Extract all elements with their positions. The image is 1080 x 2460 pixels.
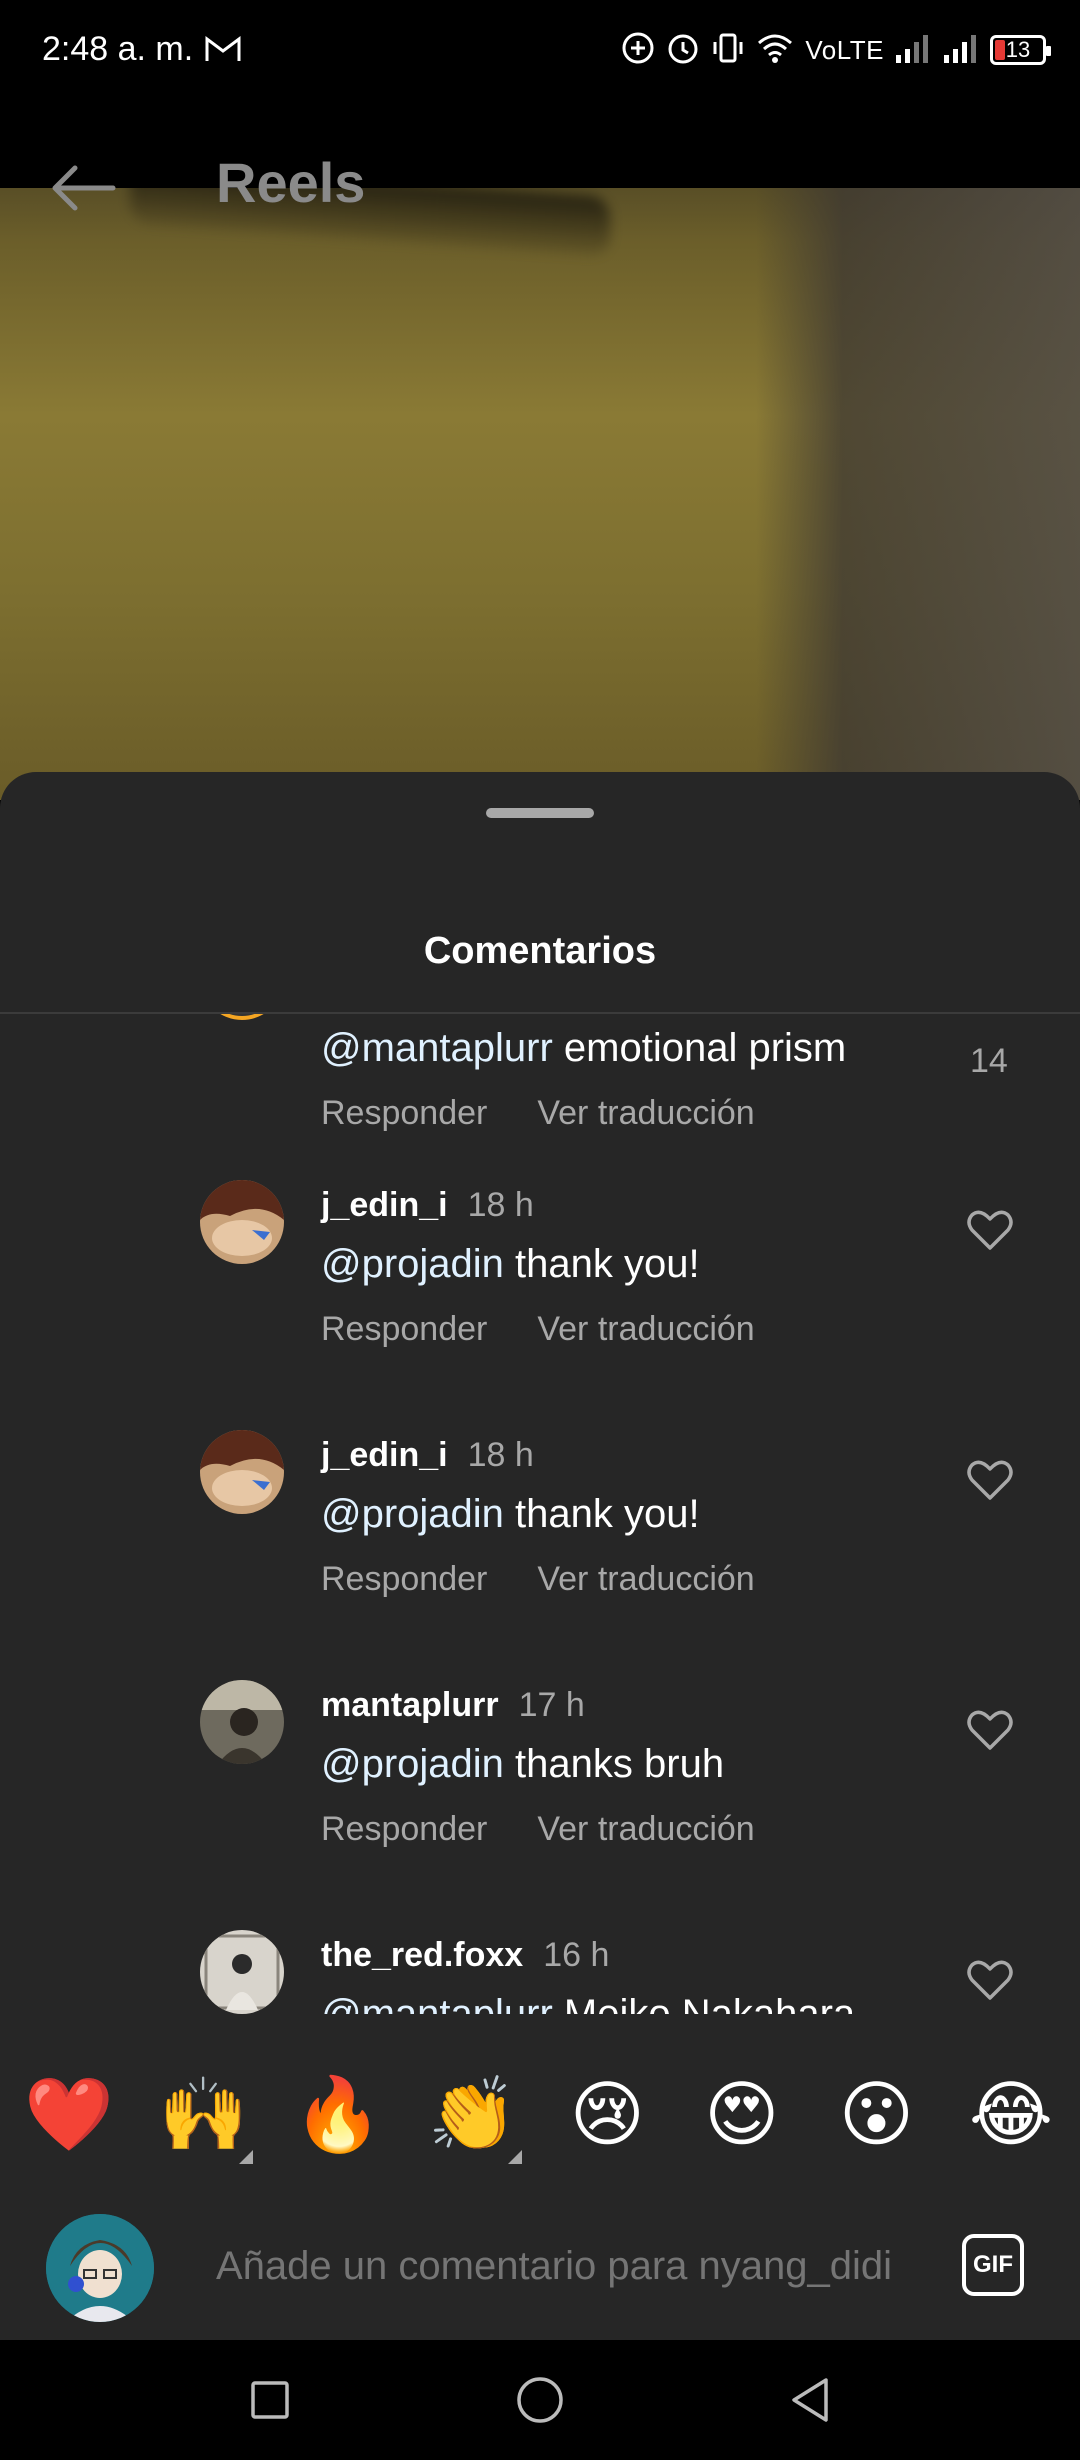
back-triangle-icon[interactable] xyxy=(780,2370,840,2430)
mention-link[interactable]: @mantaplurr xyxy=(321,1992,553,2014)
recents-square-icon[interactable] xyxy=(240,2370,300,2430)
mention-link[interactable]: @mantaplurr xyxy=(321,1026,553,1070)
my-avatar xyxy=(46,2214,154,2322)
mention-link[interactable]: @projadin xyxy=(321,1242,504,1286)
comment-username[interactable]: j_edin_i 18 h xyxy=(321,1436,534,1475)
signal-icon-2 xyxy=(942,31,980,70)
mention-link[interactable]: @projadin xyxy=(321,1742,504,1786)
gmail-icon xyxy=(204,34,242,69)
comment-input[interactable] xyxy=(214,2230,918,2302)
wifi-icon xyxy=(755,31,795,70)
comment-actions: Responder Ver traducción xyxy=(321,1094,755,1133)
comment-username[interactable]: the_red.foxx 16 h xyxy=(321,1936,609,1975)
like-count: 14 xyxy=(970,1042,1008,1080)
emoji-laughing[interactable]: 😂 xyxy=(956,2060,1066,2170)
comment-item: mantaplurr 17 h @projadin thanks bruh Res… xyxy=(0,1656,1080,1906)
translate-button[interactable]: Ver traducción xyxy=(537,1810,754,1848)
heart-icon[interactable] xyxy=(964,1454,1016,1506)
home-circle-icon[interactable] xyxy=(510,2370,570,2430)
comment-time: 17 h xyxy=(518,1686,585,1724)
avatar[interactable] xyxy=(200,1930,284,2014)
volte-label: VoLTE xyxy=(805,34,884,65)
emoji-heart-eyes[interactable]: 😍 xyxy=(687,2060,797,2170)
status-bar: 2:48 a. m. VoLTE 13 xyxy=(0,0,1080,100)
comment-item: the_red.foxx 16 h @mantaplurr Meiko Nakah… xyxy=(0,1906,1080,2014)
translate-button[interactable]: Ver traducción xyxy=(537,1310,754,1348)
comment-input-bar: GIF xyxy=(0,2190,1080,2340)
page-title: Reels xyxy=(216,151,366,214)
heart-icon[interactable] xyxy=(964,1704,1016,1756)
sheet-title: Comentarios xyxy=(423,930,657,972)
system-nav-bar xyxy=(0,2340,1080,2460)
emoji-raised-hands[interactable]: 🙌 xyxy=(149,2060,259,2170)
avatar[interactable] xyxy=(200,1180,284,1264)
comment-text: @mantaplurr emotional prism xyxy=(321,1026,847,1070)
emoji-fire[interactable]: 🔥 xyxy=(283,2060,393,2170)
avatar[interactable] xyxy=(200,1680,284,1764)
comments-list[interactable]: @mantaplurr emotional prism Responder Ver… xyxy=(0,1014,1080,2014)
avatar[interactable] xyxy=(200,1430,284,1514)
back-button[interactable] xyxy=(44,150,120,226)
comment-text: @projadin thank you! xyxy=(321,1242,700,1286)
avatar[interactable] xyxy=(200,1014,284,1020)
comment-username[interactable]: j_edin_i 18 h xyxy=(321,1186,534,1225)
battery-level xyxy=(995,40,1005,60)
comment-time: 16 h xyxy=(543,1936,610,1974)
comment-item: j_edin_i 18 h @projadin thank you! Respon… xyxy=(0,1406,1080,1656)
vibrate-icon xyxy=(711,31,745,70)
gif-button[interactable]: GIF xyxy=(962,2234,1024,2296)
reels-header-bar xyxy=(0,100,1080,188)
comment-text: @projadin thanks bruh xyxy=(321,1742,725,1786)
comment-text: @mantaplurr Meiko Nakahara xyxy=(321,1992,855,2014)
alarm-icon xyxy=(665,30,701,71)
status-time: 2:48 a. m. xyxy=(42,30,194,68)
comment-time: 18 h xyxy=(467,1186,534,1224)
emoji-surprised[interactable]: 😮 xyxy=(821,2060,931,2170)
comment-actions: Responder Ver traducción xyxy=(321,1560,755,1599)
emoji-heart[interactable]: ❤️ xyxy=(14,2060,124,2170)
emoji-bar: ❤️ 🙌 🔥 👏 😢 😍 😮 😂 xyxy=(0,2040,1080,2190)
emoji-crying[interactable]: 😢 xyxy=(552,2060,662,2170)
comment-text: @projadin thank you! xyxy=(321,1492,700,1536)
comment-time: 18 h xyxy=(467,1436,534,1474)
comment-item: j_edin_i 18 h @projadin thank you! Respon… xyxy=(0,1156,1080,1406)
battery-level-text: 13 xyxy=(1005,37,1031,62)
translate-button[interactable]: Ver traducción xyxy=(537,1094,754,1132)
translate-button[interactable]: Ver traducción xyxy=(537,1560,754,1598)
emoji-clap[interactable]: 👏 xyxy=(418,2060,528,2170)
reply-button[interactable]: Responder xyxy=(321,1560,487,1598)
reply-button[interactable]: Responder xyxy=(321,1810,487,1848)
mention-link[interactable]: @projadin xyxy=(321,1492,504,1536)
status-icons: VoLTE 13 xyxy=(621,28,1051,72)
comment-actions: Responder Ver traducción xyxy=(321,1310,755,1349)
heart-icon[interactable] xyxy=(964,1954,1016,2006)
arrow-left-icon xyxy=(52,165,116,211)
drag-handle[interactable] xyxy=(486,808,594,818)
comment-username[interactable]: mantaplurr 17 h xyxy=(321,1686,585,1725)
add-circle-icon xyxy=(621,31,655,70)
heart-icon[interactable] xyxy=(964,1204,1016,1256)
battery-icon: 13 xyxy=(990,35,1051,65)
reply-button[interactable]: Responder xyxy=(321,1094,487,1132)
reply-button[interactable]: Responder xyxy=(321,1310,487,1348)
signal-icon xyxy=(894,31,932,70)
comment-actions: Responder Ver traducción xyxy=(321,1810,755,1849)
